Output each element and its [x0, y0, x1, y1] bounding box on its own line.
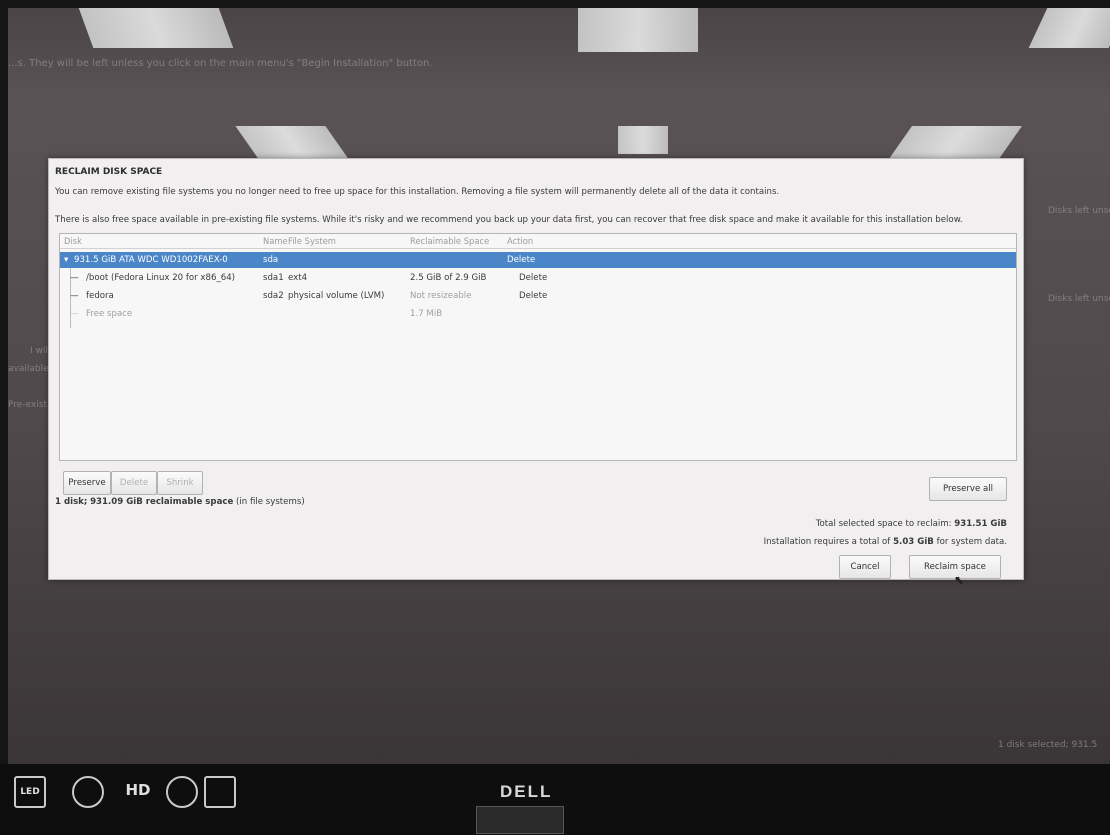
background-side-text: I wil: [30, 346, 48, 356]
disk-count: 1 disk;: [55, 497, 88, 507]
cancel-button[interactable]: Cancel: [839, 555, 891, 579]
table-header: Disk Name File System Reclaimable Space …: [60, 234, 1016, 249]
delete-button[interactable]: Delete: [111, 471, 157, 495]
action-cell[interactable]: Delete: [507, 255, 535, 265]
table-row-disk[interactable]: ▾ 931.5 GiB ATA WDC WD1002FAEX-0 sda Del…: [60, 252, 1016, 268]
ceiling-light: [235, 126, 351, 162]
preserve-all-button[interactable]: Preserve all: [929, 477, 1007, 501]
dialog-description: There is also free space available in pr…: [55, 215, 963, 225]
ceiling-light: [1028, 8, 1110, 48]
reclaim-cell: Not resizeable: [410, 291, 472, 301]
name-cell: sda2: [263, 291, 284, 301]
reclaim-disk-space-dialog: RECLAIM DISK SPACE You can remove existi…: [48, 158, 1024, 587]
mega-badge-icon: [166, 776, 198, 808]
name-cell: sda1: [263, 273, 284, 283]
ceiling-light: [578, 8, 698, 52]
total-reclaim-value: 931.51 GiB: [954, 519, 1007, 529]
ceiling-light: [618, 126, 668, 154]
tree-branch-icon: —: [70, 273, 79, 283]
expander-arrow-icon[interactable]: ▾: [64, 255, 68, 265]
requires-value: 5.03 GiB: [893, 537, 934, 547]
monitor-bezel: LED HD DELL: [0, 764, 1110, 835]
install-requirement-text: Installation requires a total of 5.03 Gi…: [764, 537, 1007, 547]
column-header-reclaimable-space[interactable]: Reclaimable Space: [410, 236, 489, 246]
column-header-action[interactable]: Action: [507, 236, 533, 246]
column-header-name[interactable]: Name: [263, 236, 288, 246]
ceiling-light: [78, 8, 234, 48]
name-cell: sda: [263, 255, 279, 265]
tree-branch-icon: —: [70, 291, 79, 301]
tree-branch-icon: —: [70, 309, 79, 319]
background-side-text: Disks left unse: [1048, 294, 1110, 304]
disk-cell: /boot (Fedora Linux 20 for x86_64): [86, 273, 236, 283]
reclaimable-suffix: (in file systems): [236, 497, 305, 507]
background-status-text: 1 disk selected; 931.5: [998, 740, 1098, 750]
action-cell[interactable]: Delete: [519, 291, 547, 301]
reclaim-cell: 1.7 MiB: [410, 309, 443, 319]
column-header-disk[interactable]: Disk: [64, 236, 82, 246]
disk-cell: Free space: [86, 309, 133, 319]
reclaimable-amount: 931.09 GiB reclaimable space: [90, 497, 234, 507]
total-reclaim-label: Total selected space to reclaim:: [815, 519, 952, 529]
reclaimable-summary: 1 disk; 931.09 GiB reclaimable space (in…: [55, 497, 305, 507]
background-notice: ...s. They will be left unless you click…: [8, 58, 433, 69]
requires-prefix: Installation requires a total of: [763, 537, 891, 547]
fs-cell: physical volume (LVM): [288, 291, 385, 301]
led-badge-icon: LED: [14, 776, 46, 808]
preserve-button[interactable]: Preserve: [63, 471, 111, 495]
background-side-text: Disks left unse: [1048, 206, 1110, 216]
hd-badge-icon: HD: [125, 781, 151, 799]
monitor-sticker: [476, 806, 564, 834]
energy-star-icon: [204, 776, 236, 808]
energy-badge-icon: [72, 776, 104, 808]
requires-suffix: for system data.: [936, 537, 1007, 547]
table-row[interactable]: — fedora sda2 physical volume (LVM) Not …: [60, 288, 1016, 304]
action-cell[interactable]: Delete: [519, 273, 547, 283]
background-side-text: Pre-exist: [8, 400, 47, 410]
reclaim-cell: 2.5 GiB of 2.9 GiB: [410, 273, 487, 283]
disk-table: Disk Name File System Reclaimable Space …: [59, 233, 1017, 461]
table-row[interactable]: — Free space 1.7 MiB: [60, 306, 1016, 322]
total-reclaim-text: Total selected space to reclaim: 931.51 …: [816, 519, 1007, 529]
background-side-text: available: [8, 364, 49, 374]
table-row[interactable]: — /boot (Fedora Linux 20 for x86_64) sda…: [60, 268, 1016, 328]
mouse-cursor-icon: ⬉: [954, 573, 965, 587]
dialog-description: You can remove existing file systems you…: [55, 187, 780, 197]
column-header-file-system[interactable]: File System: [288, 236, 336, 246]
disk-cell: 931.5 GiB ATA WDC WD1002FAEX-0: [74, 255, 228, 265]
disk-cell: fedora: [86, 291, 114, 301]
fs-cell: ext4: [288, 273, 308, 283]
dell-logo: DELL: [500, 782, 553, 801]
dialog-title: RECLAIM DISK SPACE: [55, 167, 163, 177]
shrink-button[interactable]: Shrink: [157, 471, 203, 495]
